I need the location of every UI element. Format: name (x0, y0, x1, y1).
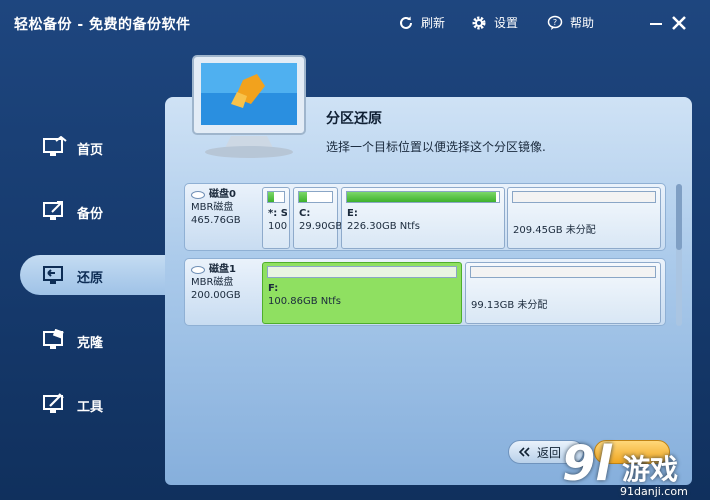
scrollbar-thumb[interactable] (676, 184, 682, 250)
nav-item-home[interactable]: 首页 (20, 127, 165, 167)
help-label: 帮助 (570, 16, 595, 30)
title-bar: 轻松备份 - 免费的备份软件 刷新 设置 ? 帮助 (0, 0, 710, 46)
watermark-number: 9l (562, 436, 612, 492)
disk-name: 磁盘1 (209, 264, 236, 275)
refresh-label: 刷新 (421, 16, 446, 30)
partition-info: 100.86GB Ntfs (268, 296, 341, 307)
partition-info: 29.90GB (299, 221, 343, 232)
nav-label-tools: 工具 (77, 400, 104, 415)
nav-label-backup: 备份 (77, 207, 104, 222)
partition-name: *: S (268, 208, 287, 219)
app-title: 轻松备份 - 免费的备份软件 (14, 17, 191, 33)
disk-info: 磁盘1 MBR磁盘 200.00GB (191, 263, 263, 302)
double-chevron-left-icon (519, 447, 530, 457)
partition-info: 226.30GB Ntfs (347, 221, 420, 232)
partition-name: F: (268, 283, 279, 294)
partition-info: 100. (268, 221, 287, 232)
help-bubble-icon: ? (547, 15, 563, 30)
partition[interactable]: 209.45GB 未分配 (507, 187, 661, 249)
disk-info: 磁盘0 MBR磁盘 465.76GB (191, 188, 263, 227)
disk-type: MBR磁盘 (191, 277, 234, 288)
disk-type: MBR磁盘 (191, 202, 234, 213)
restore-icon (43, 266, 63, 284)
settings-label: 设置 (494, 16, 519, 30)
partition-info: 209.45GB 未分配 (513, 225, 596, 236)
panel-title: 分区还原 (326, 111, 382, 127)
site-watermark: 9l 游戏 91danji.com (556, 436, 710, 500)
scrollbar[interactable] (676, 184, 682, 326)
close-icon (672, 16, 686, 30)
clone-icon (43, 329, 64, 349)
partition-used-bar (299, 192, 308, 202)
nav-item-tools[interactable]: 工具 (20, 384, 165, 424)
help-button[interactable]: ? 帮助 (547, 14, 594, 31)
refresh-button[interactable]: 刷新 (398, 14, 445, 31)
disk-row[interactable]: 磁盘0 MBR磁盘 465.76GB *: S 100. C: 29.90GB … (184, 183, 666, 251)
partition-name: E: (347, 208, 358, 219)
partition[interactable]: E: 226.30GB Ntfs (341, 187, 505, 249)
disk-row[interactable]: 磁盘1 MBR磁盘 200.00GB F: 100.86GB Ntfs 99.1… (184, 258, 666, 326)
disk-icon (191, 265, 205, 274)
minimize-button[interactable] (645, 12, 667, 34)
disk-icon (191, 190, 205, 199)
watermark-text: 游戏 (622, 453, 679, 486)
partition-used-bar (268, 192, 275, 202)
watermark-url: 91danji.com (620, 485, 688, 498)
home-monitor-icon (43, 136, 67, 156)
nav-label-restore: 还原 (77, 271, 104, 286)
app-window: 轻松备份 - 免费的备份软件 刷新 设置 ? 帮助 首页 备份 还原 克隆 工具… (0, 0, 710, 500)
svg-text:?: ? (553, 18, 557, 27)
disk-size: 465.76GB (191, 215, 241, 226)
partition-name: C: (299, 208, 311, 219)
backup-icon (43, 201, 63, 220)
refresh-icon (400, 16, 412, 29)
restore-monitor-icon (192, 55, 306, 158)
nav-item-clone[interactable]: 克隆 (20, 320, 165, 360)
nav-item-backup[interactable]: 备份 (20, 191, 165, 231)
minimize-icon (650, 23, 662, 25)
nav-item-restore[interactable]: 还原 (20, 255, 180, 295)
close-button[interactable] (668, 12, 690, 34)
partition-selected[interactable]: F: 100.86GB Ntfs (262, 262, 462, 324)
partition[interactable]: C: 29.90GB (293, 187, 342, 249)
nav-label-clone: 克隆 (77, 336, 104, 351)
settings-button[interactable]: 设置 (471, 14, 518, 31)
partition[interactable]: *: S 100. (262, 187, 290, 249)
disk-size: 200.00GB (191, 290, 241, 301)
partition-used-bar (347, 192, 496, 202)
tools-icon (43, 393, 64, 413)
partition[interactable]: 99.13GB 未分配 (465, 262, 661, 324)
gear-icon (472, 16, 486, 29)
disk-name: 磁盘0 (209, 189, 236, 200)
partition-info: 99.13GB 未分配 (471, 300, 548, 311)
nav-label-home: 首页 (77, 143, 104, 158)
panel-subtitle: 选择一个目标位置以便选择这个分区镜像. (326, 140, 546, 154)
